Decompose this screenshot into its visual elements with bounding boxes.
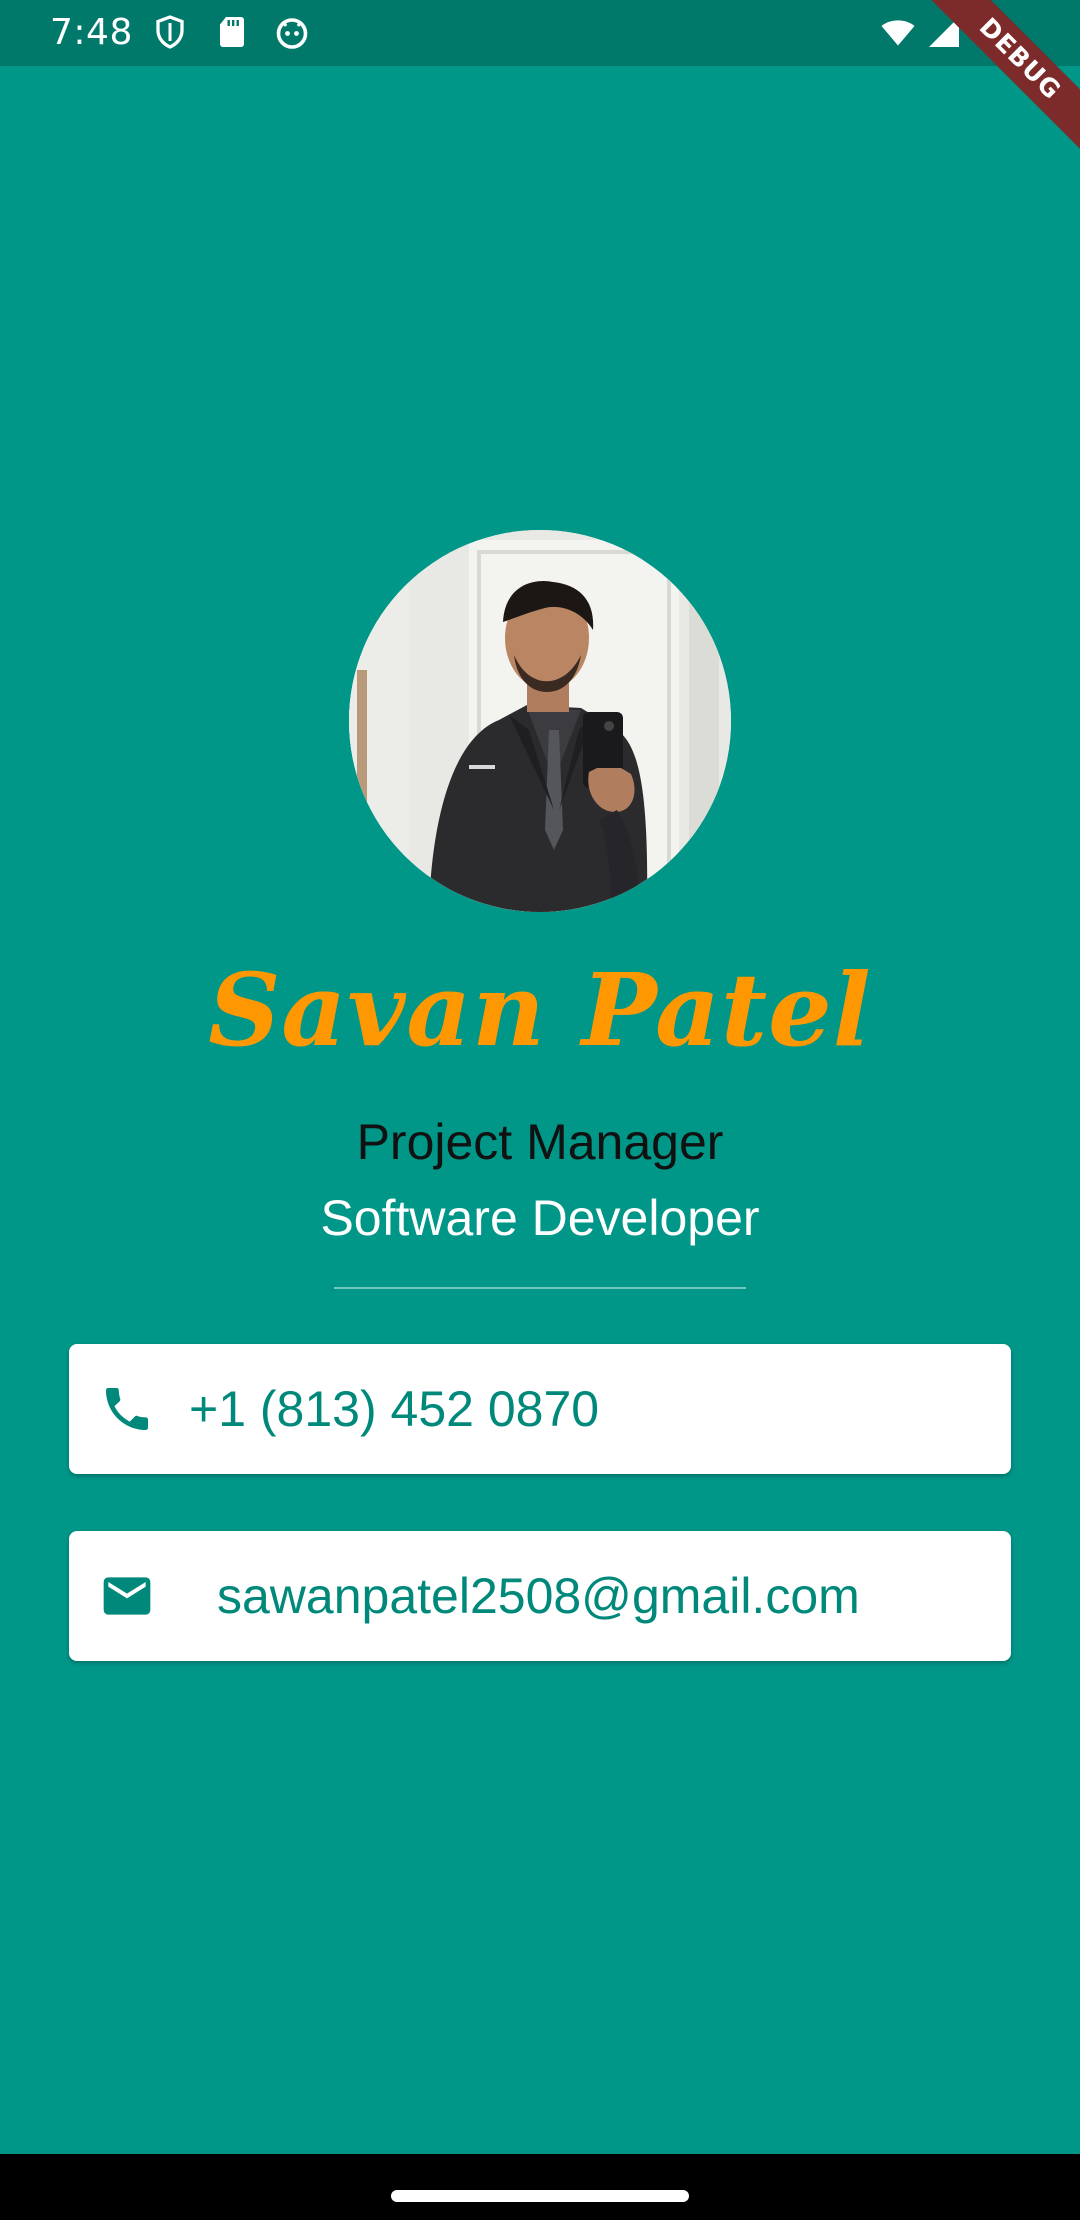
divider <box>334 1287 746 1289</box>
navigation-bar <box>0 2154 1080 2220</box>
sd-card-icon <box>214 14 250 50</box>
email-card[interactable]: sawanpatel2508@gmail.com <box>69 1531 1011 1661</box>
profile-title: Project Manager <box>356 1114 724 1170</box>
android-icon <box>274 14 310 50</box>
status-time: 7:48 <box>50 12 133 53</box>
profile-role: Software Developer <box>320 1190 760 1246</box>
phone-icon <box>99 1381 155 1437</box>
mail-icon <box>99 1568 155 1624</box>
status-bar: 7:48 <box>0 0 1080 66</box>
profile-name: Savan Patel <box>208 951 872 1069</box>
phone-card[interactable]: +1 (813) 452 0870 <box>69 1344 1011 1474</box>
email-address: sawanpatel2508@gmail.com <box>217 1568 860 1624</box>
phone-number: +1 (813) 452 0870 <box>189 1381 600 1437</box>
shield-icon <box>152 14 188 50</box>
screen: 7:48 DEBUG Savan Patel Project Manager S… <box>0 0 1080 2220</box>
wifi-icon <box>880 14 916 50</box>
avatar <box>349 530 731 912</box>
home-indicator[interactable] <box>391 2190 689 2202</box>
